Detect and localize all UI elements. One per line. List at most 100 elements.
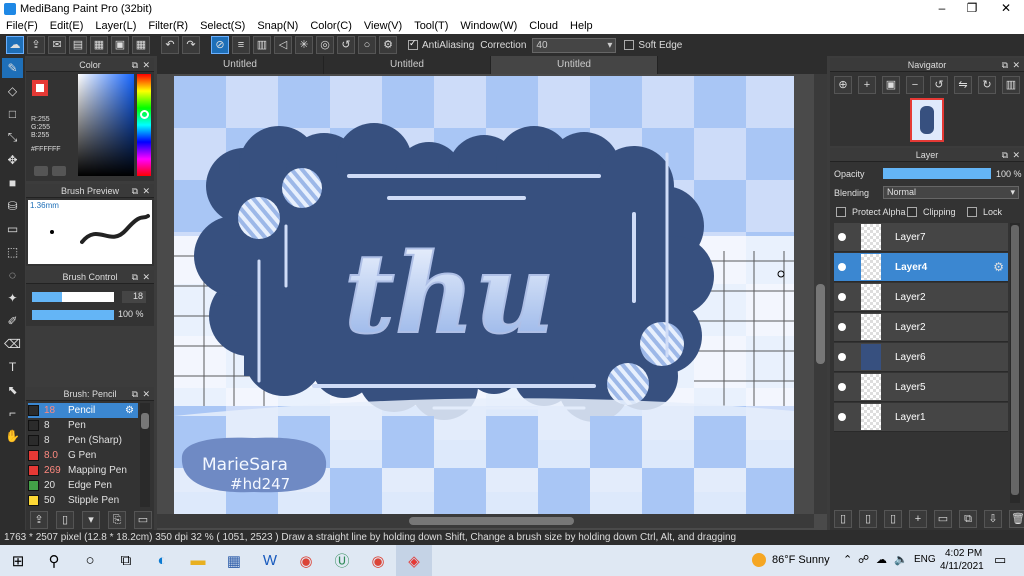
tab-untitled-1[interactable]: Untitled <box>157 56 324 74</box>
menu-filter[interactable]: Filter(R) <box>142 20 194 32</box>
hand-tool-icon[interactable]: ✋ <box>2 426 23 446</box>
text-tool-icon[interactable]: T <box>2 357 23 377</box>
new-8bit-layer-icon[interactable]: ▯ <box>884 510 902 528</box>
menu-tool[interactable]: Tool(T) <box>408 20 454 32</box>
saturation-value-picker[interactable] <box>78 74 134 176</box>
curve-snap-icon[interactable]: ↺ <box>337 36 355 54</box>
lock-checkbox[interactable] <box>967 207 977 217</box>
share-icon[interactable]: ⇪ <box>27 36 45 54</box>
new-halftone-layer-icon[interactable]: ▯ <box>859 510 877 528</box>
task-view-icon[interactable]: ⧉ <box>108 545 144 576</box>
brush-item-stipple-pen[interactable]: 50 Stipple Pen <box>28 493 138 508</box>
page-icon[interactable]: ▦ <box>90 36 108 54</box>
line-tool-icon[interactable]: ⤡ <box>2 127 23 147</box>
palette-icon[interactable] <box>52 166 66 176</box>
settings-icon[interactable]: ⚙ <box>379 36 397 54</box>
menu-file[interactable]: File(F) <box>0 20 44 32</box>
bucket-tool-icon[interactable]: ⛁ <box>2 196 23 216</box>
layer-folder-icon[interactable]: ▭ <box>934 510 952 528</box>
panel-icon[interactable]: ▤ <box>69 36 87 54</box>
word-icon[interactable]: W <box>252 545 288 576</box>
select-tool-icon[interactable]: ⬚ <box>2 242 23 262</box>
hue-slider[interactable] <box>137 74 151 176</box>
notifications-icon[interactable]: ▭ <box>994 552 1006 568</box>
undock-icon[interactable]: ⧉ <box>132 58 138 72</box>
parallel-snap-icon[interactable]: ≡ <box>232 36 250 54</box>
language-indicator[interactable]: ENG <box>914 554 936 565</box>
add-layer-menu-icon[interactable]: + <box>909 510 927 528</box>
tray-expand-icon[interactable]: ⌃ <box>843 553 852 566</box>
visibility-icon[interactable] <box>838 293 846 301</box>
operation-tool-icon[interactable]: ⬉ <box>2 380 23 400</box>
zoom-fit-icon[interactable]: ⊕ <box>834 76 852 94</box>
layer-row-layer4[interactable]: Layer4 ⚙ <box>834 253 1008 282</box>
rotate-left-icon[interactable]: ↺ <box>930 76 948 94</box>
menu-select[interactable]: Select(S) <box>194 20 251 32</box>
close-icon[interactable]: ✕ <box>142 387 150 401</box>
document-canvas[interactable]: thu MarieSara #hd247 <box>174 76 794 514</box>
maximize-button[interactable]: ❐ <box>956 0 988 17</box>
menu-view[interactable]: View(V) <box>358 20 408 32</box>
chrome-icon[interactable]: ◉ <box>288 545 324 576</box>
soft-edge-toggle[interactable]: Soft Edge <box>624 40 682 51</box>
undock-icon[interactable]: ⧉ <box>1002 148 1008 162</box>
clock-date[interactable]: 4/11/2021 <box>940 561 984 572</box>
layer-row-layer1[interactable]: Layer1 <box>834 403 1008 432</box>
visibility-icon[interactable] <box>838 263 846 271</box>
undock-icon[interactable]: ⧉ <box>1002 58 1008 72</box>
canvas-horizontal-scrollbar[interactable] <box>157 514 814 528</box>
brush-item-pen-sharp[interactable]: 8 Pen (Sharp) <box>28 433 138 448</box>
select-eraser-icon[interactable]: ⌫ <box>2 334 23 354</box>
menu-snap[interactable]: Snap(N) <box>251 20 304 32</box>
layer-row-layer7[interactable]: Layer7 <box>834 223 1008 252</box>
navigator-settings-icon[interactable]: ▥ <box>1002 76 1020 94</box>
edge-browser-icon[interactable]: ◐ <box>144 545 180 576</box>
duplicate-layer-icon[interactable]: ⧉ <box>959 510 977 528</box>
copy-brush-icon[interactable]: ⎘ <box>108 511 126 529</box>
new-brush-icon[interactable]: ▯ <box>56 511 74 529</box>
snap-off-icon[interactable]: ⊘ <box>211 36 229 54</box>
tab-untitled-2[interactable]: Untitled <box>324 56 491 74</box>
rotate-right-icon[interactable]: ↻ <box>978 76 996 94</box>
soft-edge-checkbox[interactable] <box>624 40 635 50</box>
brush-size-value[interactable]: 18 <box>122 291 146 303</box>
grid2-icon[interactable]: ▦ <box>132 36 150 54</box>
brush-size-slider[interactable] <box>32 292 114 302</box>
layer-row-layer6[interactable]: Layer6 <box>834 343 1008 372</box>
close-icon[interactable]: ✕ <box>142 58 150 72</box>
redo-icon[interactable]: ↷ <box>182 36 200 54</box>
fill-rect-tool-icon[interactable]: ■ <box>2 173 23 193</box>
brush-menu-icon[interactable]: ▾ <box>82 511 100 529</box>
brush-item-pen[interactable]: 8 Pen <box>28 418 138 433</box>
eraser-tool-icon[interactable]: ◇ <box>2 81 23 101</box>
cloud-icon[interactable]: ☁ <box>6 36 24 54</box>
layer-row-layer5[interactable]: Layer5 <box>834 373 1008 402</box>
file-explorer-icon[interactable]: ▬ <box>180 545 216 576</box>
menu-window[interactable]: Window(W) <box>454 20 523 32</box>
lasso-tool-icon[interactable]: ◌ <box>2 265 23 285</box>
brush-opacity-slider[interactable] <box>32 310 114 320</box>
close-icon[interactable]: ✕ <box>1012 58 1020 72</box>
network-icon[interactable]: ☍ <box>858 553 869 566</box>
weather-icon[interactable] <box>752 553 766 567</box>
eye-icon[interactable] <box>34 166 48 176</box>
menu-layer[interactable]: Layer(L) <box>89 20 142 32</box>
protect-alpha-checkbox[interactable] <box>836 207 846 217</box>
zoom-out-icon[interactable]: − <box>906 76 924 94</box>
zoom-actual-icon[interactable]: ▣ <box>882 76 900 94</box>
visibility-icon[interactable] <box>838 383 846 391</box>
layer-row-layer2[interactable]: Layer2 <box>834 283 1008 312</box>
gradient-tool-icon[interactable]: ▭ <box>2 219 23 239</box>
brush-item-mapping-pen[interactable]: 269 Mapping Pen <box>28 463 138 478</box>
radial-snap-icon[interactable]: ✳ <box>295 36 313 54</box>
cortana-icon[interactable]: ○ <box>72 545 108 576</box>
layer-settings-icon[interactable]: ⚙ <box>993 260 1004 274</box>
close-icon[interactable]: ✕ <box>1012 148 1020 162</box>
menu-color[interactable]: Color(C) <box>304 20 358 32</box>
visibility-icon[interactable] <box>838 353 846 361</box>
circle-snap-icon[interactable]: ○ <box>358 36 376 54</box>
visibility-icon[interactable] <box>838 413 846 421</box>
zoom-in-icon[interactable]: + <box>858 76 876 94</box>
cloud-sync-icon[interactable]: ☁ <box>876 553 887 566</box>
grid-icon[interactable]: ▣ <box>111 36 129 54</box>
